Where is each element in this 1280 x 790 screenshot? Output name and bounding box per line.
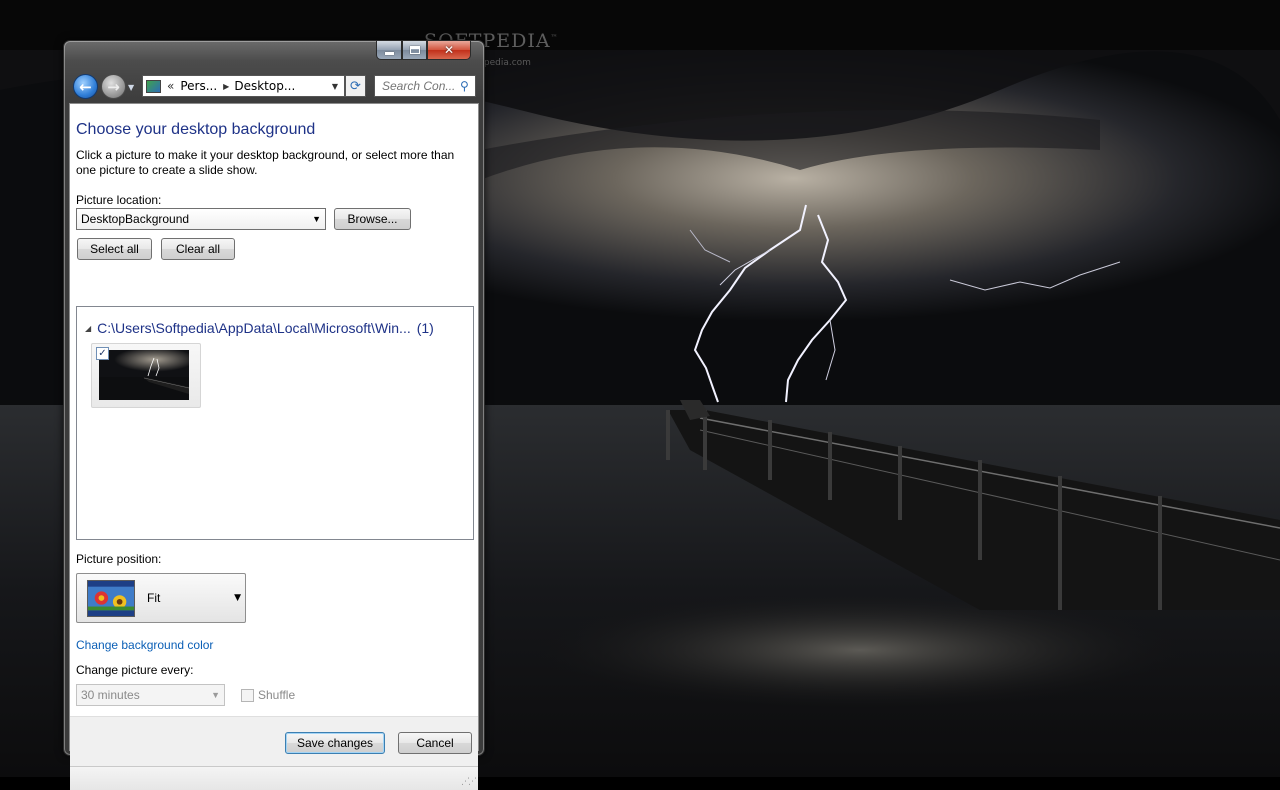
breadcrumb-personalization[interactable]: Pers... (180, 79, 217, 93)
content-pane: Choose your desktop background Click a p… (69, 103, 479, 790)
maximize-button[interactable] (402, 41, 427, 60)
recent-pages-dropdown-icon[interactable]: ▼ (128, 83, 134, 92)
chevron-down-icon: ▼ (211, 690, 220, 700)
picture-position-label: Picture position: (76, 552, 162, 566)
browse-button[interactable]: Browse... (334, 208, 411, 230)
status-bar: ⋰⋰ (70, 766, 478, 790)
caption-buttons: ✕ (376, 41, 471, 60)
save-changes-button[interactable]: Save changes (285, 732, 385, 754)
change-interval-value: 30 minutes (81, 688, 140, 702)
address-dropdown-icon[interactable]: ▼ (332, 82, 338, 91)
minimize-icon (384, 51, 394, 55)
thumbnail-checkbox[interactable]: ✓ (96, 347, 109, 360)
maximize-icon (409, 46, 420, 54)
page-description: Click a picture to make it your desktop … (76, 148, 455, 177)
gallery-group-header[interactable]: ◢ C:\Users\Softpedia\AppData\Local\Micro… (85, 320, 465, 336)
clear-all-button[interactable]: Clear all (161, 238, 235, 260)
picture-gallery[interactable]: ◢ C:\Users\Softpedia\AppData\Local\Micro… (76, 306, 474, 540)
fit-position-preview-icon (87, 580, 135, 617)
gallery-group-path: C:\Users\Softpedia\AppData\Local\Microso… (97, 320, 411, 336)
gallery-thumbnail[interactable]: ✓ (91, 343, 201, 408)
address-bar[interactable]: « Pers... ▶ Desktop... ▼ (142, 75, 345, 97)
close-icon: ✕ (443, 43, 455, 57)
chevron-down-icon: ▼ (312, 214, 321, 224)
control-panel-icon (146, 79, 161, 93)
shuffle-checkbox-box[interactable] (241, 688, 254, 702)
picture-position-value: Fit (147, 591, 161, 605)
refresh-button[interactable]: ⟳ (345, 75, 366, 97)
command-bar: Save changes Cancel (70, 716, 478, 766)
change-background-color-link[interactable]: Change background color (76, 638, 213, 652)
back-button[interactable]: ← (73, 74, 98, 99)
refresh-icon: ⟳ (350, 78, 361, 94)
select-all-button[interactable]: Select all (77, 238, 152, 260)
thumbnail-image (99, 350, 189, 400)
search-box[interactable]: ⚲ (374, 75, 476, 97)
chevron-down-icon: ▼ (234, 593, 241, 603)
back-arrow-icon: ← (79, 77, 92, 96)
collapse-triangle-icon[interactable]: ◢ (85, 324, 91, 333)
breadcrumb-desktop-background[interactable]: Desktop... (234, 79, 295, 93)
page-title: Choose your desktop background (76, 121, 316, 138)
search-input[interactable] (380, 78, 458, 94)
forward-button[interactable]: → (101, 74, 126, 99)
gallery-group-count: (1) (416, 320, 434, 336)
breadcrumb-separator-icon[interactable]: ▶ (223, 82, 229, 91)
picture-position-select[interactable]: Fit ▼ (76, 573, 246, 623)
shuffle-label: Shuffle (258, 688, 296, 702)
search-icon[interactable]: ⚲ (460, 79, 469, 93)
personalization-window: ✕ ← → ▼ « Pers... ▶ Desktop... ▼ ⟳ ⚲ Cho… (63, 40, 485, 790)
picture-location-label: Picture location: (76, 193, 162, 207)
shuffle-checkbox[interactable]: Shuffle (241, 688, 295, 702)
picture-location-value: DesktopBackground (81, 212, 190, 226)
cancel-button[interactable]: Cancel (398, 732, 472, 754)
minimize-button[interactable] (376, 41, 402, 60)
change-picture-every-label: Change picture every: (76, 663, 194, 677)
address-overflow-chevron[interactable]: « (167, 79, 174, 93)
resize-grip-icon[interactable]: ⋰⋰ (461, 777, 477, 787)
close-button[interactable]: ✕ (427, 41, 471, 60)
picture-location-select[interactable]: DesktopBackground ▼ (76, 208, 326, 230)
change-interval-select[interactable]: 30 minutes ▼ (76, 684, 225, 706)
forward-arrow-icon: → (107, 77, 120, 96)
watermark-tm: ™ (550, 33, 559, 42)
